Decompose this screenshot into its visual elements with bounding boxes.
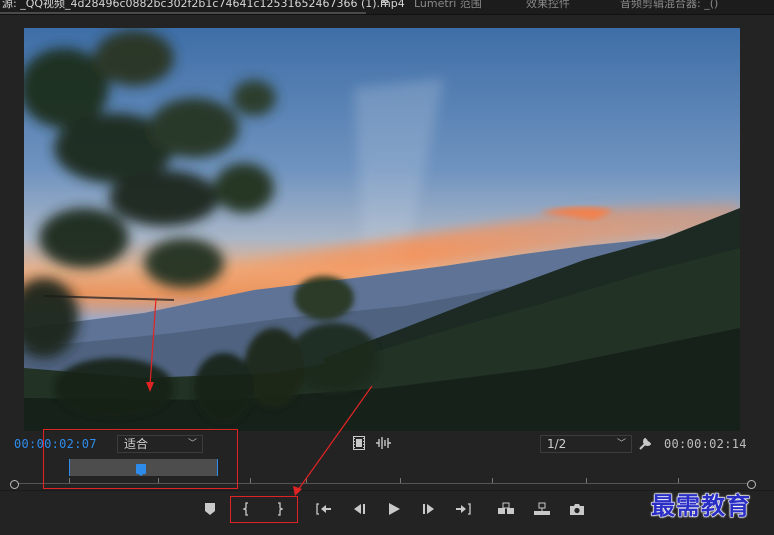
annotation-arrowhead (293, 486, 302, 496)
annotation-arrowhead (146, 382, 154, 392)
watermark-logo: 最需教育 (651, 491, 751, 521)
annotation-arrows (146, 297, 373, 496)
